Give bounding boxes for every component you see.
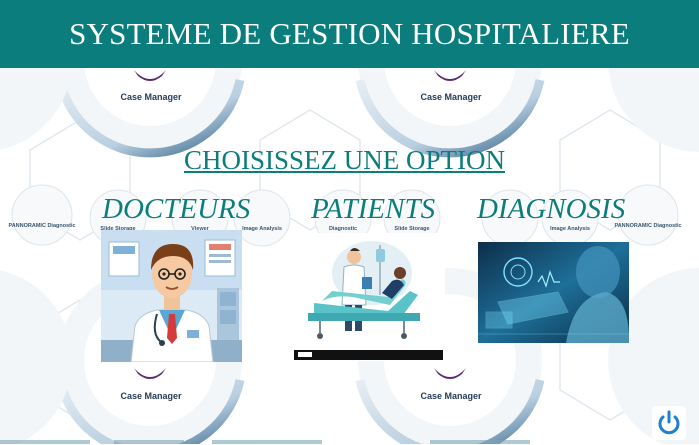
watermark-label: Case Manager <box>120 391 182 401</box>
option-label-patients[interactable]: PATIENTS <box>311 193 435 226</box>
diagnosis-option-card[interactable] <box>478 242 629 343</box>
watermark-label: Case Manager <box>120 92 182 102</box>
watermark-label: Case Manager <box>420 391 482 401</box>
option-label-diagnosis[interactable]: DIAGNOSIS <box>477 193 625 226</box>
module-label: Image Analysis <box>550 226 590 232</box>
patients-option-card[interactable] <box>292 233 445 361</box>
module-label: Slide Storage <box>394 226 429 232</box>
choose-option-heading: CHOISISSEZ UNE OPTION <box>183 145 505 175</box>
power-icon <box>658 410 680 435</box>
module-label: Image Analysis <box>242 226 282 232</box>
option-label-doctors[interactable]: DOCTEURS <box>102 193 250 226</box>
power-button[interactable] <box>652 406 686 440</box>
module-label: PANNORAMIC Diagnostic <box>8 223 75 229</box>
page-title: SYSTEME DE GESTION HOSPITALIERE <box>69 16 630 51</box>
app-header: SYSTEME DE GESTION HOSPITALIERE <box>0 0 699 68</box>
patient-bed-illustration-icon <box>292 233 445 361</box>
doctor-illustration-icon <box>101 230 242 362</box>
doctors-option-card[interactable] <box>101 230 242 362</box>
module-label: Diagnostic <box>329 226 357 232</box>
diagnosis-hologram-photo-icon <box>478 242 629 343</box>
watermark-label: Case Manager <box>420 92 482 102</box>
